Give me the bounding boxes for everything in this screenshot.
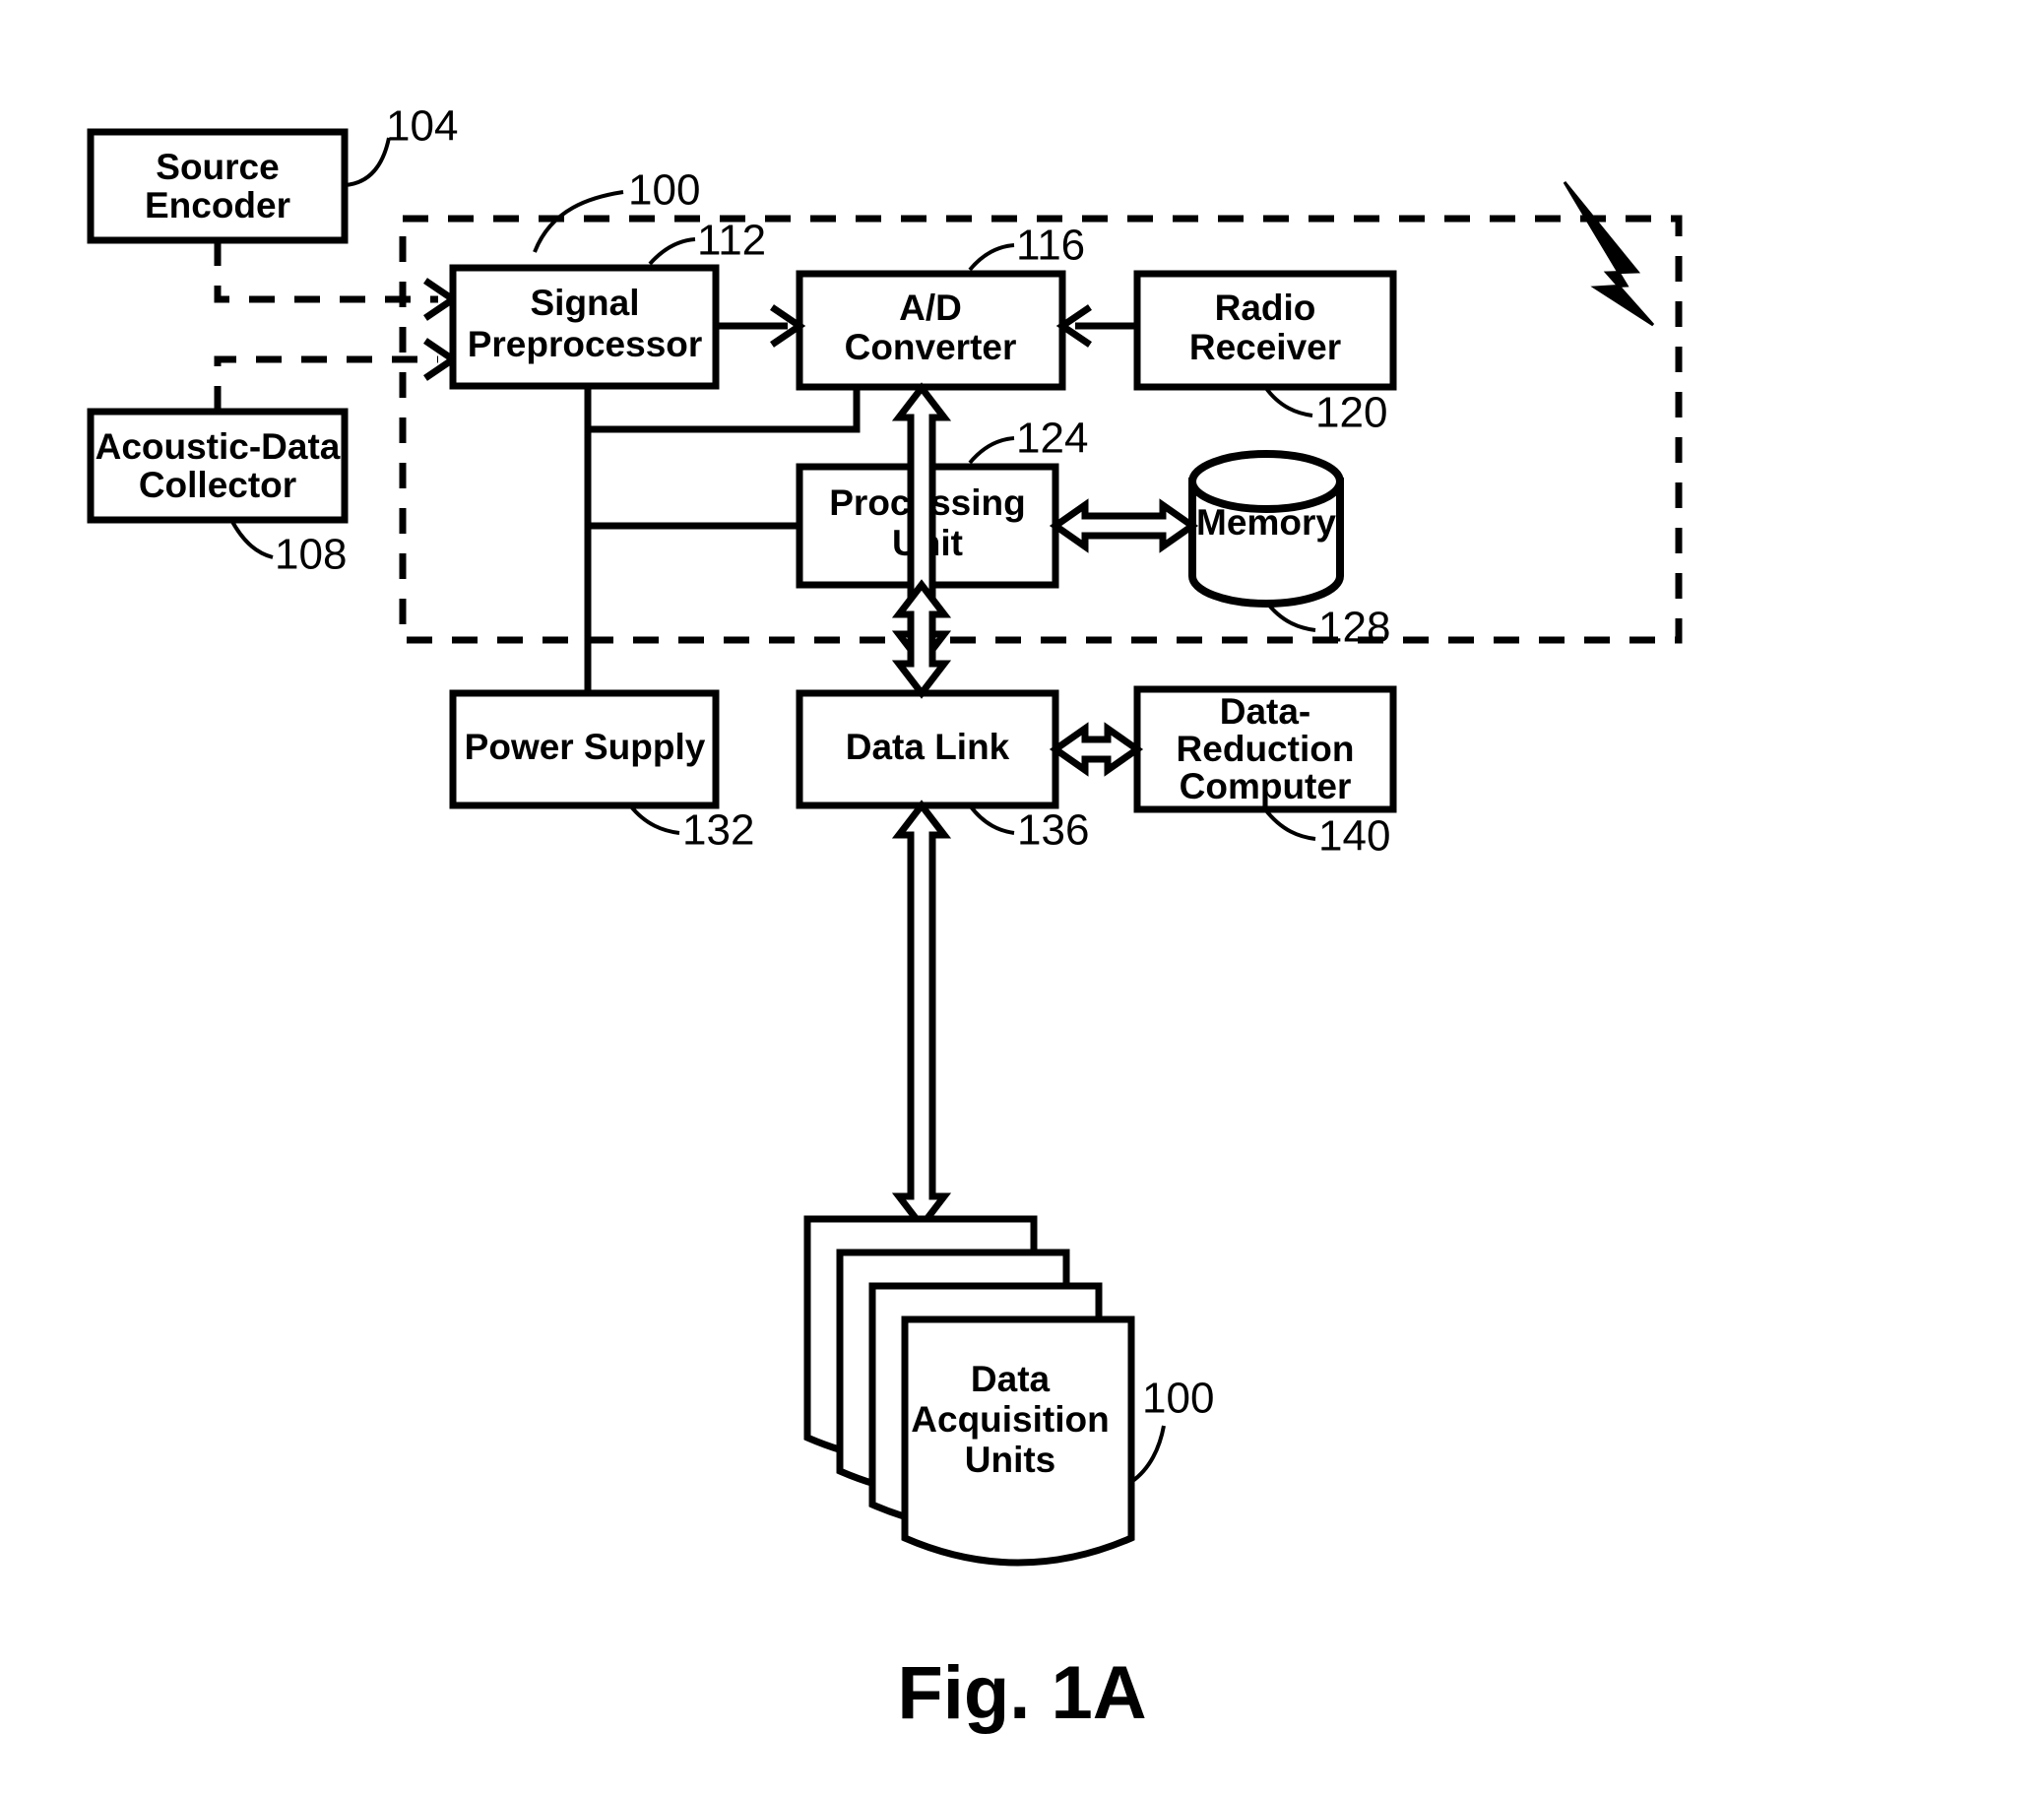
ref-140: 140 bbox=[1318, 812, 1390, 861]
leader-124 bbox=[968, 436, 1015, 465]
data-reduction-label-line1: Data- bbox=[1220, 691, 1311, 732]
memory-label: Memory bbox=[1196, 502, 1336, 543]
bidir-arrow-datalink-dau bbox=[891, 800, 952, 1232]
leader-116 bbox=[968, 243, 1015, 272]
leader-140 bbox=[1263, 807, 1316, 841]
ref-132: 132 bbox=[682, 806, 754, 855]
ref-136: 136 bbox=[1017, 806, 1089, 855]
acoustic-collector-label-line2: Collector bbox=[139, 465, 296, 505]
acoustic-collector-label-line1: Acoustic-Data bbox=[96, 426, 341, 467]
figure-canvas: 100 Source Encoder 104 Acoustic-Data Col… bbox=[0, 0, 2044, 1796]
memory-cylinder-top bbox=[1188, 450, 1344, 513]
ref-116: 116 bbox=[1016, 222, 1085, 270]
radio-receiver-label-line2: Receiver bbox=[1189, 327, 1341, 367]
ad-converter-label-line2: Converter bbox=[845, 327, 1017, 367]
signal-preprocessor-label-line2: Preprocessor bbox=[468, 324, 703, 364]
wire-preprocessor-branch-to-ad bbox=[588, 387, 861, 433]
leader-120 bbox=[1263, 385, 1313, 417]
source-encoder-label-line2: Encoder bbox=[145, 185, 290, 225]
arrowhead-preprocessor-input-1 bbox=[423, 278, 460, 321]
ref-124: 124 bbox=[1016, 415, 1088, 463]
leader-132 bbox=[628, 803, 680, 835]
power-supply-label: Power Supply bbox=[465, 727, 706, 767]
data-acquisition-units-stack bbox=[803, 1215, 1135, 1567]
figure-caption: Fig. 1A bbox=[897, 1651, 1146, 1735]
dau-label-line1: Data bbox=[971, 1359, 1051, 1399]
leader-108 bbox=[229, 519, 274, 559]
bidir-arrow-processing-memory bbox=[1049, 498, 1199, 553]
ad-converter-label-line1: A/D bbox=[899, 288, 962, 328]
dau-label-line2: Acquisition bbox=[911, 1399, 1109, 1440]
ref-100-dau: 100 bbox=[1142, 1375, 1214, 1423]
ref-120: 120 bbox=[1315, 389, 1387, 437]
leader-136 bbox=[968, 803, 1015, 835]
data-link-label: Data Link bbox=[846, 727, 1010, 767]
source-encoder-label-line1: Source bbox=[156, 147, 279, 187]
ref-128: 128 bbox=[1318, 604, 1390, 652]
ref-104: 104 bbox=[386, 102, 458, 151]
patent-figure-1a: 100 Source Encoder 104 Acoustic-Data Col… bbox=[87, 102, 1683, 1735]
data-reduction-label-line2: Reduction bbox=[1177, 729, 1355, 769]
signal-preprocessor-label-line1: Signal bbox=[530, 283, 639, 323]
ref-100-top: 100 bbox=[628, 166, 700, 215]
dau-label-line3: Units bbox=[965, 1440, 1056, 1480]
ref-112: 112 bbox=[697, 217, 766, 265]
arrowhead-preprocessor-input-2 bbox=[423, 338, 460, 381]
radio-receiver-label-line1: Radio bbox=[1215, 288, 1316, 328]
leader-104 bbox=[344, 137, 391, 187]
leader-112 bbox=[648, 237, 696, 266]
bidir-arrow-datalink-computer bbox=[1049, 722, 1144, 777]
leader-100-dau bbox=[1129, 1425, 1166, 1484]
ref-108: 108 bbox=[275, 531, 347, 579]
data-reduction-label-line3: Computer bbox=[1180, 766, 1352, 806]
antenna-lightning-bolt-icon bbox=[1563, 181, 1655, 327]
